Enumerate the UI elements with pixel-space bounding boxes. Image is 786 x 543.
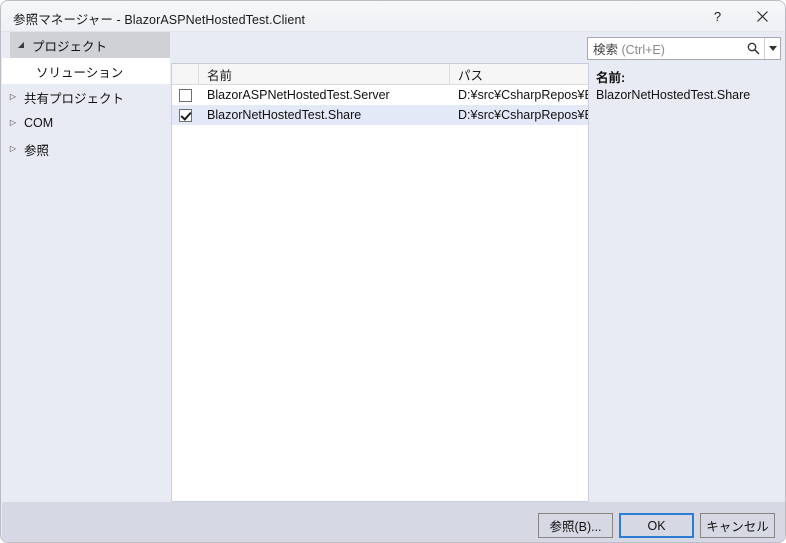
sidebar-item-references[interactable]: ▷ 参照 <box>2 136 170 162</box>
column-header-check[interactable] <box>172 64 199 84</box>
list-header-row: 名前 パス <box>172 64 588 85</box>
dialog-footer: 参照(B)... OK キャンセル <box>2 502 785 542</box>
sidebar-item-label: プロジェクト <box>32 39 108 54</box>
detail-name-label: 名前: <box>596 71 626 85</box>
row-name: BlazorNetHostedTest.Share <box>207 108 362 122</box>
help-glyph: ? <box>713 8 722 24</box>
sidebar-item-label: ソリューション <box>36 65 124 80</box>
reference-list: 名前 パス BlazorASPNetHostedTest.Server D:¥s… <box>171 63 589 502</box>
magnifier-glyph <box>747 42 760 55</box>
table-row[interactable]: BlazorASPNetHostedTest.Server D:¥src¥Csh… <box>172 85 588 105</box>
row-checkbox-cell[interactable] <box>172 88 199 102</box>
sidebar-item-shared-projects[interactable]: ▷ 共有プロジェクト <box>2 84 170 110</box>
expander-collapse-icon: ◢ <box>17 40 25 49</box>
expander-expand-icon: ▷ <box>9 118 17 127</box>
ok-button[interactable]: OK <box>619 513 694 538</box>
close-glyph <box>757 10 768 22</box>
browse-button[interactable]: 参照(B)... <box>538 513 613 538</box>
cancel-button[interactable]: キャンセル <box>700 513 775 538</box>
help-icon[interactable]: ? <box>695 1 740 31</box>
column-header-name[interactable]: 名前 <box>199 64 450 84</box>
sidebar-item-label: COM <box>24 116 54 130</box>
checkbox-checked-icon[interactable] <box>179 108 192 122</box>
window-title: 参照マネージャー - BlazorASPNetHostedTest.Client <box>13 13 306 27</box>
title-bar: 参照マネージャー - BlazorASPNetHostedTest.Client… <box>1 1 785 32</box>
search-placeholder-hint: (Ctrl+E) <box>618 43 665 57</box>
expander-expand-icon: ▷ <box>9 144 17 153</box>
chevron-down-glyph <box>768 46 777 51</box>
detail-name-value: BlazorNetHostedTest.Share <box>596 88 751 102</box>
search-icon[interactable] <box>742 42 764 55</box>
search-placeholder: 検索 (Ctrl+E) <box>588 39 742 58</box>
row-checkbox-cell[interactable] <box>172 108 199 122</box>
detail-pane: 名前: BlazorNetHostedTest.Share <box>591 67 781 497</box>
row-name: BlazorASPNetHostedTest.Server <box>207 88 390 102</box>
sidebar-item-com[interactable]: ▷ COM <box>2 110 170 136</box>
row-path: D:¥src¥CsharpRepos¥B... <box>458 88 588 102</box>
search-input[interactable]: 検索 (Ctrl+E) <box>587 37 781 60</box>
expander-expand-icon: ▷ <box>9 92 17 101</box>
reference-manager-dialog: 参照マネージャー - BlazorASPNetHostedTest.Client… <box>0 0 786 543</box>
sidebar-item-label: 共有プロジェクト <box>24 91 125 106</box>
column-header-path[interactable]: パス <box>450 64 588 84</box>
close-icon[interactable] <box>740 1 785 31</box>
search-placeholder-primary: 検索 <box>593 43 619 57</box>
category-tree: ◢ プロジェクト ソリューション ▷ 共有プロジェクト ▷ COM ▷ 参照 <box>2 32 170 502</box>
chevron-down-icon[interactable] <box>764 38 780 59</box>
sidebar-item-solution[interactable]: ソリューション <box>2 58 170 84</box>
checkbox-unchecked-icon[interactable] <box>179 88 192 102</box>
sidebar-item-label: 参照 <box>24 143 50 158</box>
table-row[interactable]: BlazorNetHostedTest.Share D:¥src¥CsharpR… <box>172 105 588 125</box>
row-path: D:¥src¥CsharpRepos¥B... <box>458 108 588 122</box>
sidebar-item-projects[interactable]: ◢ プロジェクト <box>10 32 170 58</box>
